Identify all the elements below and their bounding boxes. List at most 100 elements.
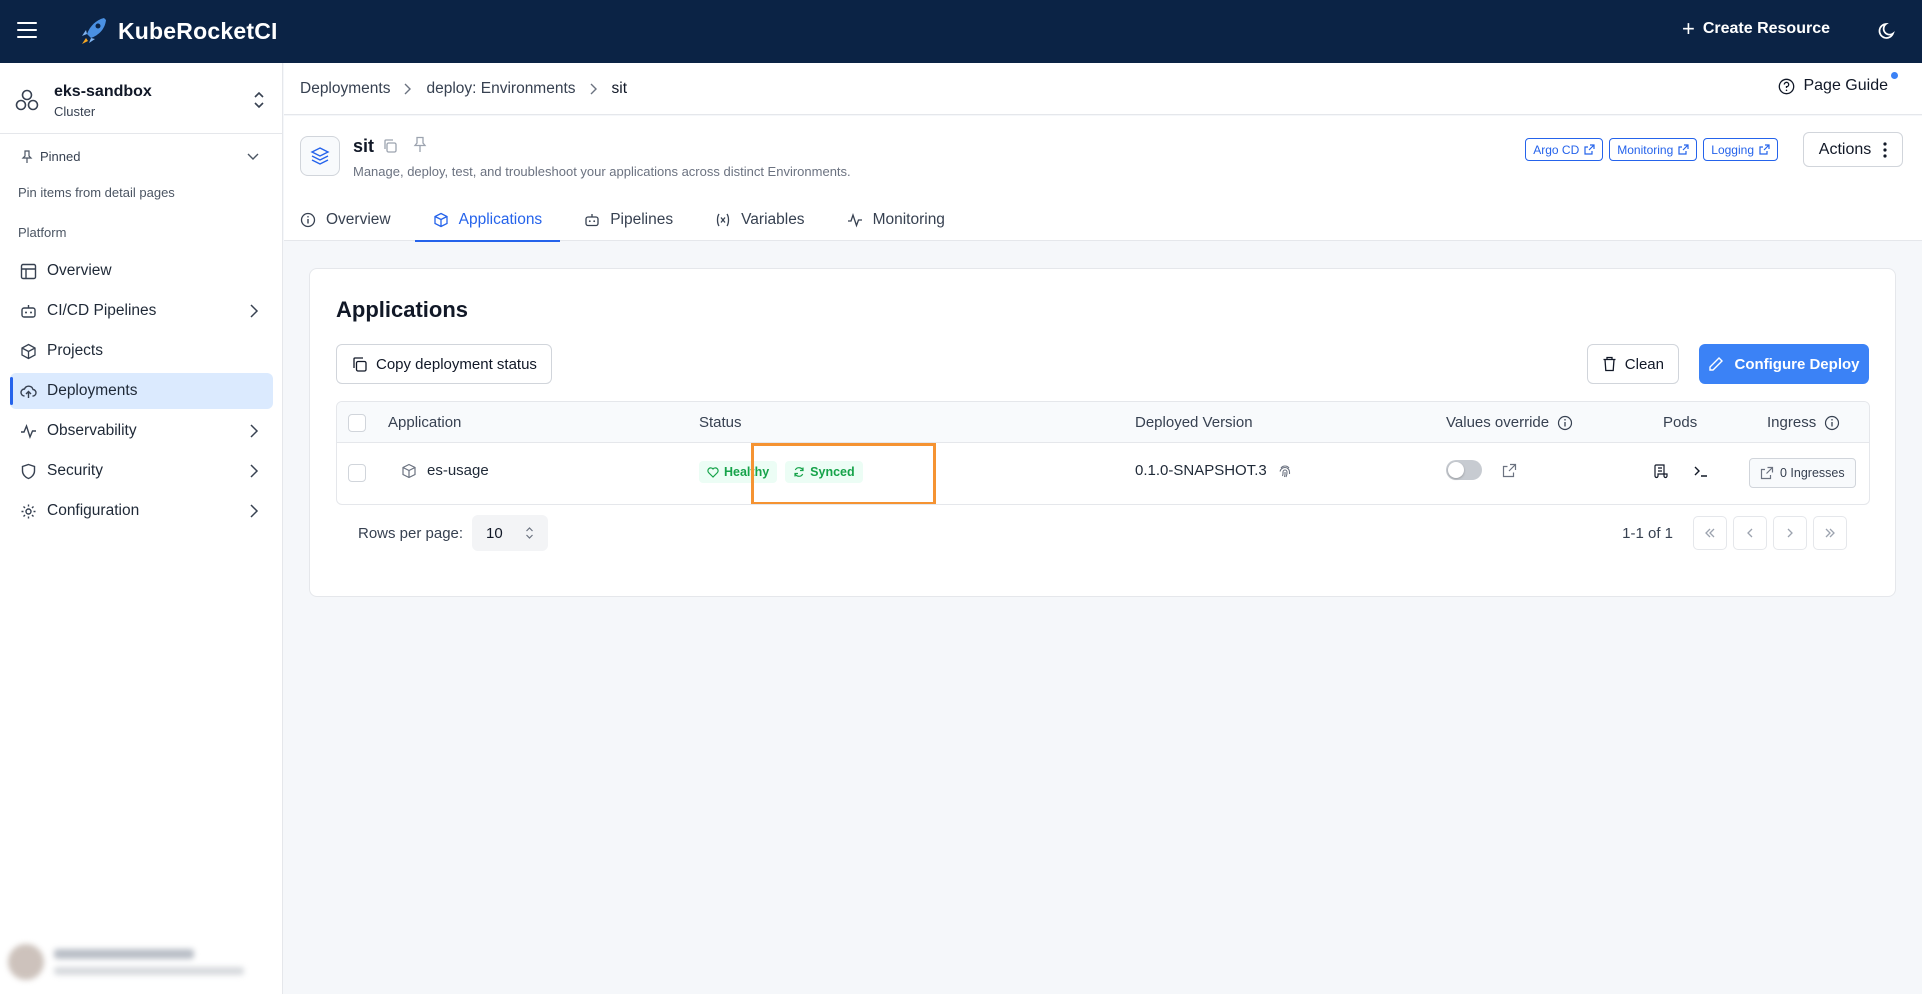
tab-label: Pipelines (610, 210, 674, 228)
sidebar-item-label: CI/CD Pipelines (47, 302, 157, 319)
box-icon (433, 212, 448, 227)
configure-deploy-button[interactable]: Configure Deploy (1699, 344, 1869, 384)
create-resource-button[interactable]: + Create Resource (1681, 16, 1830, 41)
monitoring-link[interactable]: Monitoring (1609, 138, 1698, 161)
application-cell[interactable]: es-usage (401, 462, 489, 479)
column-header-deployed-version[interactable]: Deployed Version (1135, 414, 1253, 431)
plus-icon: + (1681, 16, 1695, 41)
chevrons-right-icon (1825, 528, 1835, 538)
clean-button[interactable]: Clean (1586, 344, 1679, 384)
column-header-application[interactable]: Application (388, 414, 461, 431)
row-checkbox[interactable] (348, 464, 366, 482)
last-page-button[interactable] (1813, 516, 1847, 550)
column-header-pods: Pods (1663, 414, 1697, 431)
sidebar-item-label: Projects (47, 342, 103, 359)
argocd-link-label: Argo CD (1533, 142, 1580, 157)
logging-link[interactable]: Logging (1703, 138, 1778, 161)
page-title: sit (353, 136, 375, 156)
page-guide-button[interactable]: Page Guide (1778, 72, 1898, 95)
values-override-toggle[interactable] (1446, 460, 1482, 480)
external-links: Argo CD Monitoring Logging (1525, 138, 1778, 161)
status-highlight-box (751, 443, 936, 504)
tab-variables[interactable]: Variables (697, 198, 822, 241)
chevrons-up-down-icon (526, 527, 533, 539)
breadcrumb-item-environments[interactable]: deploy: Environments (426, 80, 575, 98)
more-vertical-icon (1883, 141, 1887, 158)
logs-icon[interactable] (1653, 463, 1669, 479)
copy-icon (353, 356, 367, 372)
sidebar-item-label: Security (47, 462, 103, 479)
pinned-toggle[interactable]: Pinned (20, 149, 265, 164)
column-label: Deployed Version (1135, 414, 1253, 431)
user-profile[interactable] (8, 940, 273, 984)
breadcrumb-item-deployments[interactable]: Deployments (300, 80, 390, 98)
copy-deployment-status-label: Copy deployment status (376, 355, 537, 373)
argocd-link[interactable]: Argo CD (1525, 138, 1604, 161)
tab-monitoring[interactable]: Monitoring (829, 198, 963, 241)
chevron-left-icon (1747, 528, 1753, 538)
chevrons-left-icon (1705, 528, 1715, 538)
monitoring-link-label: Monitoring (1617, 142, 1674, 157)
cluster-switcher[interactable]: eks-sandbox Cluster (14, 79, 274, 123)
tab-overview[interactable]: Overview (266, 198, 409, 241)
pagination: Rows per page: 10 1-1 of 1 (358, 515, 1853, 551)
first-page-button[interactable] (1693, 516, 1727, 550)
column-header-status[interactable]: Status (699, 414, 742, 431)
user-name-redacted (54, 949, 194, 959)
tab-label: Monitoring (872, 210, 945, 228)
sidebar-item-projects[interactable]: Projects (10, 333, 273, 369)
tab-pipelines[interactable]: Pipelines (566, 198, 691, 241)
rows-per-page-label: Rows per page: (358, 525, 464, 542)
external-link-icon (1759, 144, 1770, 155)
cloud-upload-icon (20, 385, 37, 398)
tab-label: Overview (326, 210, 391, 228)
chevron-right-icon (1787, 528, 1793, 538)
terminal-icon[interactable] (1693, 464, 1709, 478)
column-label: Pods (1663, 414, 1698, 431)
create-resource-label: Create Resource (1702, 20, 1830, 37)
values-override-cell (1446, 460, 1517, 480)
avatar (8, 944, 44, 980)
copy-deployment-status-button[interactable]: Copy deployment status (336, 344, 552, 384)
previous-page-button[interactable] (1733, 516, 1767, 550)
column-header-values-override[interactable]: Values override (1446, 414, 1573, 431)
variable-icon (716, 213, 730, 226)
robot-icon (585, 213, 599, 226)
sidebar-item-security[interactable]: Security (10, 453, 273, 489)
sidebar-item-configuration[interactable]: Configuration (10, 493, 273, 529)
sidebar-item-label: Observability (47, 422, 137, 439)
pin-icon[interactable] (412, 136, 428, 154)
help-circle-icon (1779, 78, 1795, 94)
select-all-checkbox[interactable] (348, 414, 366, 432)
info-icon[interactable] (1557, 415, 1573, 431)
column-label: Status (699, 414, 742, 431)
logging-link-label: Logging (1711, 142, 1754, 157)
menu-icon[interactable] (17, 22, 37, 40)
info-icon[interactable] (1824, 415, 1840, 431)
sidebar-item-cicd-pipelines[interactable]: CI/CD Pipelines (10, 293, 273, 329)
copy-icon[interactable] (382, 138, 398, 154)
pin-icon (21, 149, 33, 163)
sidebar-item-deployments[interactable]: Deployments (10, 373, 273, 409)
sidebar-item-label: Overview (47, 262, 112, 279)
deployed-version-cell: 0.1.0-SNAPSHOT.3 (1135, 462, 1293, 479)
fingerprint-icon[interactable] (1277, 463, 1293, 479)
next-page-button[interactable] (1773, 516, 1807, 550)
tab-applications[interactable]: Applications (414, 198, 561, 242)
rows-per-page-select[interactable]: 10 (472, 515, 548, 551)
external-link-icon (1678, 144, 1689, 155)
column-label: Values override (1446, 414, 1550, 431)
sidebar-item-observability[interactable]: Observability (10, 413, 273, 449)
sidebar-item-overview[interactable]: Overview (10, 253, 273, 289)
sidebar-item-label: Configuration (47, 502, 140, 519)
actions-button[interactable]: Actions (1803, 132, 1903, 167)
brand[interactable]: KubeRocketCI (80, 16, 278, 46)
moon-icon[interactable] (1878, 21, 1898, 41)
ingresses-label: 0 Ingresses (1780, 466, 1845, 480)
notification-dot (1891, 72, 1898, 79)
external-link-icon (1760, 466, 1774, 480)
ingresses-button[interactable]: 0 Ingresses (1749, 458, 1856, 488)
box-icon (402, 463, 416, 478)
external-link-icon[interactable] (1502, 463, 1517, 478)
robot-icon (21, 304, 36, 318)
